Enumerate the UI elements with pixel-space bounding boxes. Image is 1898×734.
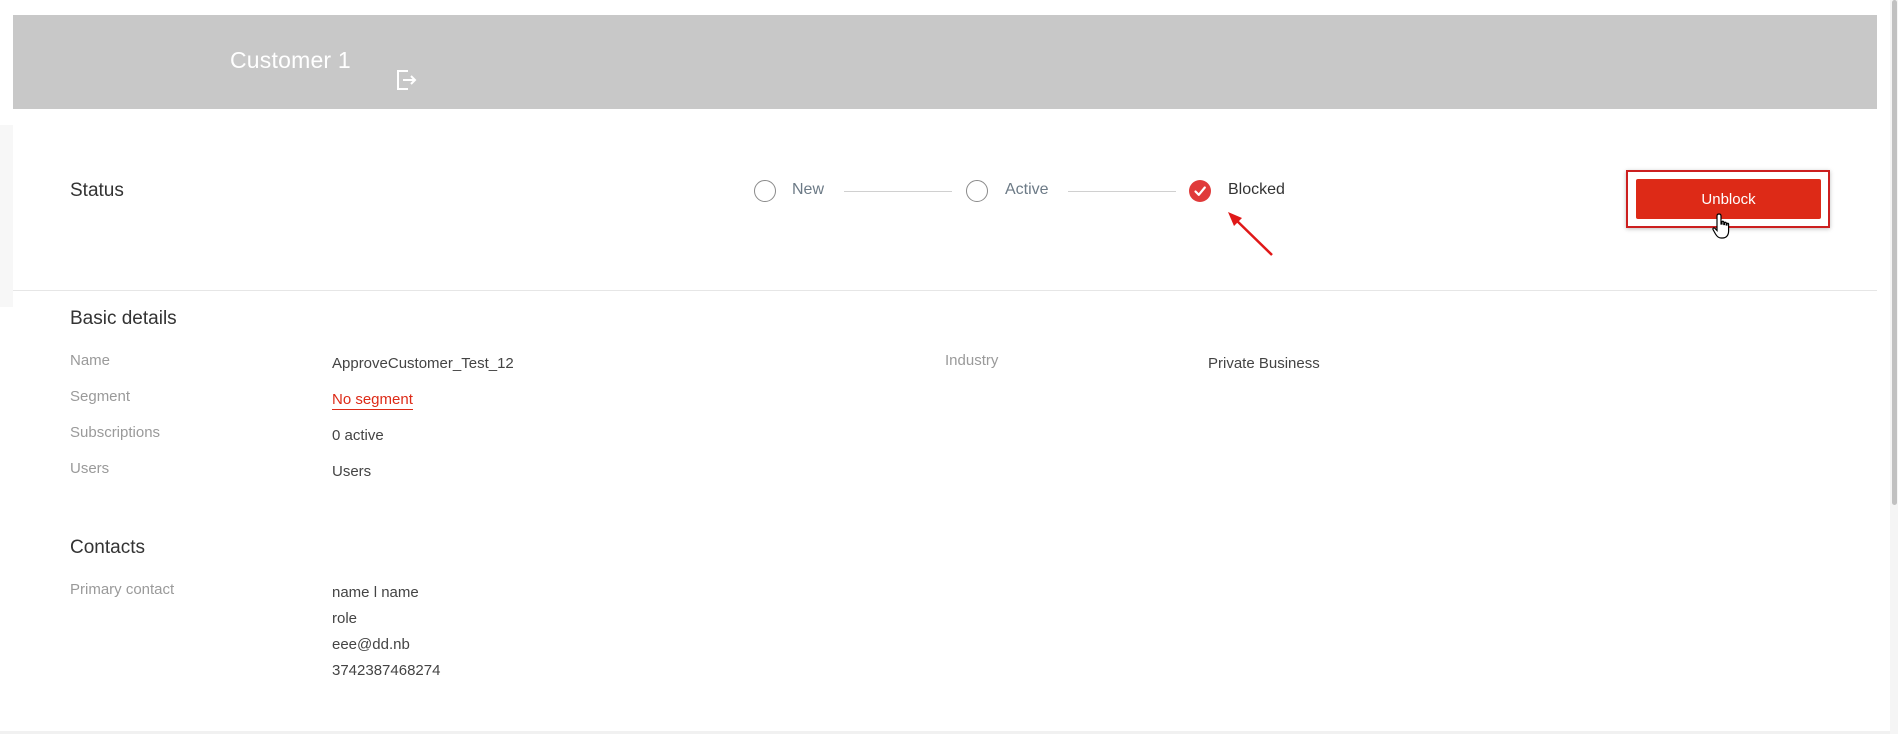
name-value: ApproveCustomer_Test_12 (332, 355, 514, 372)
name-label: Name (70, 352, 111, 369)
step-blocked-label[interactable]: Blocked (1228, 181, 1285, 199)
basic-details-heading: Basic details (70, 308, 177, 329)
contacts-heading: Contacts (70, 537, 145, 558)
industry-value: Private Business (1208, 355, 1320, 372)
step-connector (844, 191, 952, 192)
logout-icon[interactable] (393, 67, 419, 93)
step-new-label[interactable]: New (792, 181, 824, 199)
primary-contact-label: Primary contact (70, 581, 175, 598)
status-card (13, 109, 1877, 291)
step-blocked-radio[interactable] (1189, 180, 1211, 202)
contact-name: name l name (332, 584, 419, 601)
subscriptions-label: Subscriptions (70, 424, 161, 441)
contact-role: role (332, 610, 358, 627)
contact-phone: 3742387468274 (332, 662, 441, 679)
page-title: Customer 1 (230, 47, 351, 73)
step-new-radio[interactable] (754, 180, 776, 202)
scrollbar-thumb[interactable] (1892, 0, 1897, 505)
checkmark-icon (1194, 186, 1206, 196)
subscriptions-value: 0 active (332, 427, 384, 444)
users-label: Users (70, 460, 110, 477)
status-label: Status (70, 180, 124, 201)
industry-label: Industry (945, 352, 999, 369)
step-active-label[interactable]: Active (1005, 181, 1049, 199)
step-active-radio[interactable] (966, 180, 988, 202)
unblock-button[interactable]: Unblock (1636, 179, 1821, 219)
segment-label: Segment (70, 388, 131, 405)
segment-link[interactable]: No segment (332, 391, 413, 410)
contact-email: eee@dd.nb (332, 636, 410, 653)
step-connector (1068, 191, 1176, 192)
page-header: Customer 1 (13, 15, 1877, 109)
users-value: Users (332, 463, 372, 480)
card-edge-shade (0, 125, 13, 307)
